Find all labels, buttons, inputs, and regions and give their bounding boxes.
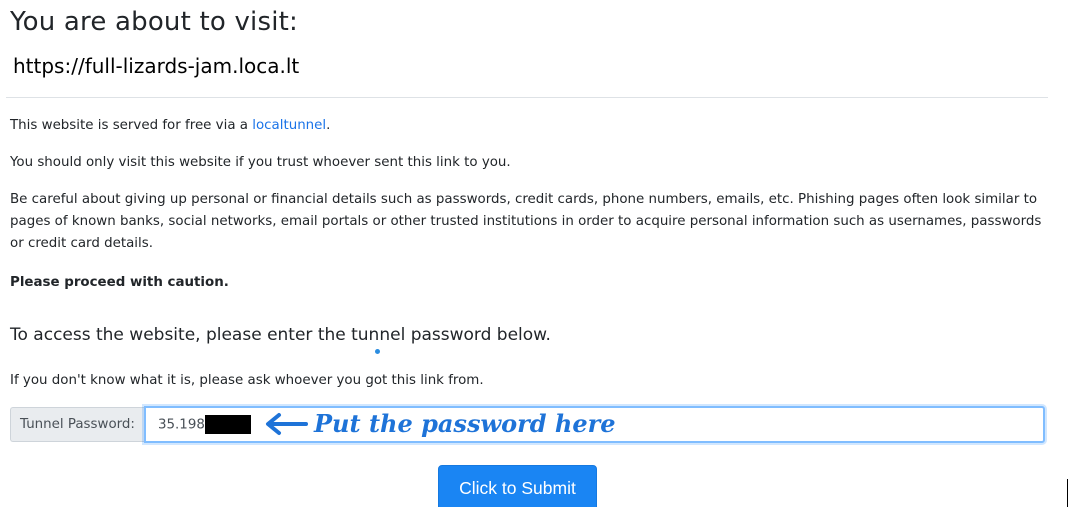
trust-warning-text: You should only visit this website if yo…	[10, 155, 511, 170]
served-by-prefix: This website is served for free via a	[10, 118, 253, 133]
arrow-left-icon	[266, 413, 308, 435]
destination-url: https://full-lizards-jam.loca.lt	[13, 54, 300, 78]
served-by-text: This website is served for free via a lo…	[10, 115, 1045, 137]
access-heading: To access the website, please enter the …	[10, 325, 551, 345]
cursor-dot	[375, 349, 380, 354]
localtunnel-link[interactable]: localtunnel	[252, 118, 326, 133]
password-input-group: Tunnel Password: 35.198 Put the password…	[10, 406, 1045, 443]
password-visible-text: 35.198	[158, 417, 205, 433]
divider	[6, 97, 1048, 98]
submit-button[interactable]: Click to Submit	[438, 465, 597, 511]
phishing-warning-text: Be careful about giving up personal or f…	[10, 192, 1042, 251]
password-label: Tunnel Password:	[10, 407, 144, 442]
served-by-suffix: .	[326, 118, 331, 133]
caution-text: Please proceed with caution.	[10, 275, 229, 290]
password-annotation: Put the password here	[314, 409, 616, 438]
ask-sender-text: If you don't know what it is, please ask…	[10, 373, 484, 388]
redaction-bar	[204, 415, 251, 434]
text-cursor	[1067, 479, 1068, 507]
bottom-crop	[0, 507, 1071, 523]
password-input[interactable]: 35.198 Put the password here	[144, 406, 1045, 443]
page-title: You are about to visit:	[10, 7, 298, 37]
password-value: 35.198	[158, 415, 251, 434]
